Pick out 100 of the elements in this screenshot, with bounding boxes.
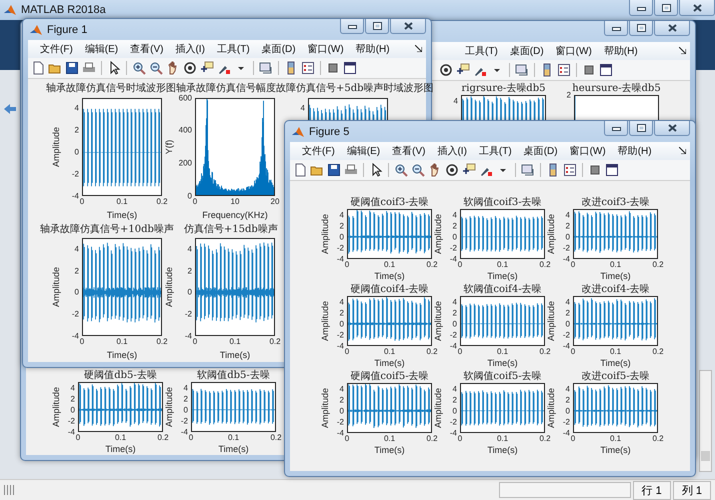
menu-item[interactable]: 桌面(D) xyxy=(256,42,302,56)
tick-label: 0.1 xyxy=(610,260,622,269)
print-icon[interactable] xyxy=(82,61,96,75)
menu-item[interactable]: 工具(T) xyxy=(472,144,518,158)
legend-icon[interactable] xyxy=(557,63,571,77)
tick-label: 0.2 xyxy=(652,434,664,443)
rotate-icon[interactable] xyxy=(439,63,453,77)
close-button[interactable] xyxy=(654,21,690,36)
dock-arrow-icon[interactable] xyxy=(679,47,686,54)
maximize-button[interactable] xyxy=(654,0,678,16)
menu-item[interactable]: 查看(V) xyxy=(124,42,170,56)
dock-arrow-icon[interactable] xyxy=(415,45,422,52)
zoom-out-icon[interactable] xyxy=(411,163,425,177)
tick-label: 0.2 xyxy=(156,196,168,206)
maximize-icon xyxy=(662,4,670,12)
tick-label: 4 xyxy=(566,297,570,306)
tick-label: 600 xyxy=(178,93,192,102)
menu-item[interactable]: 帮助(H) xyxy=(350,42,396,56)
tick-label: 0 xyxy=(70,405,75,414)
close-button[interactable] xyxy=(679,0,715,16)
zoom-out-icon[interactable] xyxy=(149,61,163,75)
rotate-icon[interactable] xyxy=(183,61,197,75)
save-icon[interactable] xyxy=(65,61,79,75)
menu-item[interactable]: 桌面(D) xyxy=(518,144,564,158)
tick-label: 0.2 xyxy=(270,433,282,442)
tick-label: 0.1 xyxy=(496,260,508,269)
tick-label: 0.1 xyxy=(384,260,396,269)
logo-icon xyxy=(4,4,16,16)
maximize-button[interactable] xyxy=(365,19,389,34)
menu-item[interactable]: 帮助(H) xyxy=(612,144,658,158)
tick-label: -4 xyxy=(450,428,457,438)
data-cursor-icon[interactable] xyxy=(200,61,214,75)
maximize-button[interactable] xyxy=(629,21,653,36)
menu-item[interactable]: 帮助(H) xyxy=(598,44,644,58)
save-icon[interactable] xyxy=(327,163,341,177)
tick-label: -4 xyxy=(562,342,570,350)
tick-label: 2 xyxy=(74,266,79,276)
tick-label: 0 xyxy=(184,405,188,414)
legend-icon[interactable] xyxy=(301,61,315,75)
tick-label: 0 xyxy=(188,288,192,297)
new-file-icon[interactable] xyxy=(293,163,307,177)
data-cursor-icon[interactable] xyxy=(456,63,470,77)
close-button[interactable] xyxy=(654,121,690,136)
rotate-icon[interactable] xyxy=(445,163,459,177)
dock-icon[interactable] xyxy=(343,61,357,75)
zoom-in-icon[interactable] xyxy=(132,61,146,75)
close-icon xyxy=(668,24,676,32)
tick-label: 0 xyxy=(570,347,576,356)
legend-icon[interactable] xyxy=(563,163,577,177)
axis-label: Time(s) xyxy=(106,210,138,220)
dock-icon[interactable] xyxy=(605,163,619,177)
tick-label: 0 xyxy=(74,147,79,156)
menu-item[interactable]: 编辑(E) xyxy=(340,144,386,158)
menu-item[interactable]: 插入(I) xyxy=(431,144,473,158)
tick-label: 2 xyxy=(70,394,75,404)
tick-label: 0 xyxy=(458,260,462,269)
axis-label: Amplitude xyxy=(546,300,556,342)
menu-item[interactable]: 文件(F) xyxy=(34,42,79,56)
tick-label: 20 xyxy=(270,196,280,206)
print-icon[interactable] xyxy=(344,163,358,177)
tick-label: 0 xyxy=(80,196,84,206)
minimize-button[interactable] xyxy=(604,21,628,36)
minimize-icon xyxy=(636,4,646,10)
menu-item[interactable]: 桌面(D) xyxy=(504,44,550,58)
tick-label: -2 xyxy=(450,417,457,426)
data-cursor-icon[interactable] xyxy=(462,163,476,177)
dock-icon[interactable] xyxy=(599,63,613,77)
tick-label: 4 xyxy=(452,297,457,306)
tick-label: -4 xyxy=(72,332,79,340)
menu-item[interactable]: 工具(T) xyxy=(210,42,256,56)
tick-label: -2 xyxy=(336,243,344,252)
menu-item[interactable]: 窗口(W) xyxy=(302,42,350,56)
tick-label: -2 xyxy=(450,243,457,252)
menu-item[interactable]: 插入(I) xyxy=(169,42,211,56)
menu-item[interactable]: 工具(T) xyxy=(459,44,504,58)
back-arrow-icon[interactable] xyxy=(3,103,17,115)
menu-item[interactable]: 窗口(W) xyxy=(550,44,598,58)
axis-label: Amplitude xyxy=(51,266,61,308)
menu-item[interactable]: 文件(F) xyxy=(296,144,341,158)
tick-label: 4 xyxy=(70,383,75,392)
tick-label: 2 xyxy=(340,308,344,318)
tick-label: 4 xyxy=(454,96,458,106)
tick-label: 2 xyxy=(184,394,188,404)
close-button[interactable] xyxy=(390,19,426,34)
square-icon[interactable] xyxy=(582,63,596,77)
menu-item[interactable]: 查看(V) xyxy=(386,144,432,158)
tick-label: 0 xyxy=(188,191,192,200)
menu-item[interactable]: 编辑(E) xyxy=(78,42,124,56)
square-icon[interactable] xyxy=(326,61,340,75)
dock-arrow-icon[interactable] xyxy=(679,147,686,154)
menu-item[interactable]: 窗口(W) xyxy=(564,144,612,158)
zoom-in-icon[interactable] xyxy=(394,163,408,177)
minimize-button[interactable] xyxy=(629,0,653,16)
tick-label: 4 xyxy=(340,297,344,306)
minimize-icon xyxy=(612,25,620,31)
minimize-button[interactable] xyxy=(604,121,628,136)
scrollbar[interactable] xyxy=(699,370,712,472)
square-icon[interactable] xyxy=(588,163,602,177)
minimize-button[interactable] xyxy=(340,19,364,34)
maximize-button[interactable] xyxy=(629,121,653,136)
